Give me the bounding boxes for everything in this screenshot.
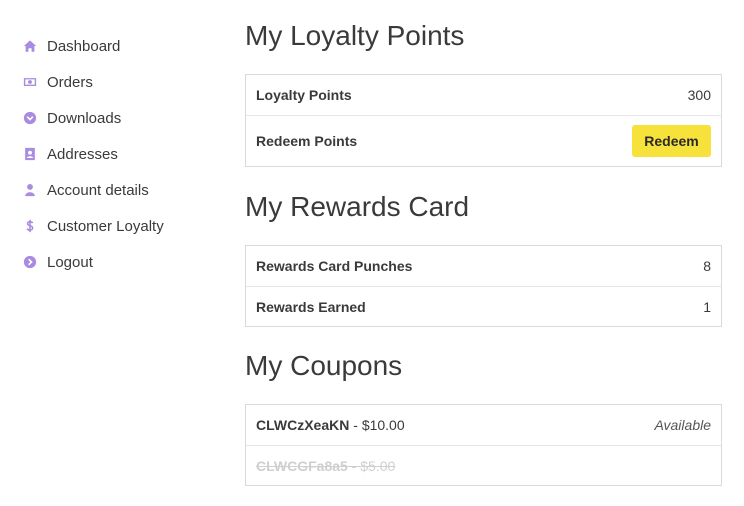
coupon-code: CLWCGFa8a5: [256, 457, 348, 474]
redeem-points-label: Redeem Points: [256, 133, 358, 149]
coupon-amount: $5.00: [360, 457, 396, 474]
coupon-row: CLWCzXeaKN - $10.00 Available: [246, 405, 721, 445]
loyalty-points-table: Loyalty Points 300 Redeem Points Redeem: [245, 74, 722, 167]
logout-icon: [22, 254, 38, 270]
loyalty-points-value: 300: [687, 87, 711, 103]
table-row: Redeem Points Redeem: [246, 115, 721, 166]
address-card-icon: [22, 146, 38, 162]
nav-item-customer-loyalty[interactable]: Customer Loyalty: [22, 208, 222, 244]
nav-item-account-details[interactable]: Account details: [22, 172, 222, 208]
user-icon: [22, 182, 38, 198]
download-icon: [22, 110, 38, 126]
rewards-punches-value: 8: [703, 258, 711, 274]
rewards-card-section: My Rewards Card Rewards Card Punches 8 R…: [245, 187, 722, 327]
coupon-status: Available: [654, 417, 711, 433]
nav-item-orders[interactable]: Orders: [22, 64, 222, 100]
nav-item-dashboard[interactable]: Dashboard: [22, 28, 222, 64]
account-navigation: Dashboard Orders Downloads Addresses Acc…: [22, 28, 222, 280]
loyalty-points-title: My Loyalty Points: [245, 20, 465, 51]
coupons-table: CLWCzXeaKN - $10.00 Available CLWCGFa8a5…: [245, 404, 722, 486]
coupon-amount: $10.00: [361, 417, 405, 433]
rewards-punches-label: Rewards Card Punches: [256, 258, 413, 274]
redeem-button[interactable]: Redeem: [632, 125, 711, 157]
nav-item-label: Logout: [47, 253, 93, 271]
nav-item-label: Addresses: [47, 145, 118, 163]
coupons-section: My Coupons CLWCzXeaKN - $10.00 Available…: [245, 346, 722, 486]
nav-item-addresses[interactable]: Addresses: [22, 136, 222, 172]
table-row: Loyalty Points 300: [246, 75, 721, 115]
rewards-earned-value: 1: [703, 298, 711, 315]
home-icon: [22, 38, 38, 54]
nav-item-label: Downloads: [47, 109, 122, 127]
table-row: Rewards Card Punches 8: [246, 246, 721, 286]
loyalty-points-label: Loyalty Points: [256, 87, 352, 103]
nav-item-downloads[interactable]: Downloads: [22, 100, 222, 136]
coupon-code[interactable]: CLWCzXeaKN: [256, 417, 349, 433]
nav-item-label: Dashboard: [47, 37, 121, 55]
loyalty-points-section: My Loyalty Points Loyalty Points 300 Red…: [245, 16, 722, 167]
nav-item-label: Account details: [47, 181, 149, 199]
table-row: Rewards Earned 1: [246, 286, 721, 326]
money-icon: [22, 74, 38, 90]
rewards-card-title: My Rewards Card: [245, 191, 470, 222]
coupon-row-used: CLWCGFa8a5 - $5.00: [246, 445, 721, 485]
nav-item-label: Customer Loyalty: [47, 217, 164, 235]
nav-item-logout[interactable]: Logout: [22, 244, 222, 280]
coupon-description: CLWCzXeaKN - $10.00: [256, 417, 405, 433]
rewards-card-table: Rewards Card Punches 8 Rewards Earned 1: [245, 245, 722, 327]
dollar-icon: [22, 218, 38, 234]
coupons-title: My Coupons: [245, 350, 403, 381]
rewards-earned-label: Rewards Earned: [256, 298, 366, 315]
coupon-description: CLWCGFa8a5 - $5.00: [256, 457, 396, 474]
nav-item-label: Orders: [47, 73, 93, 91]
